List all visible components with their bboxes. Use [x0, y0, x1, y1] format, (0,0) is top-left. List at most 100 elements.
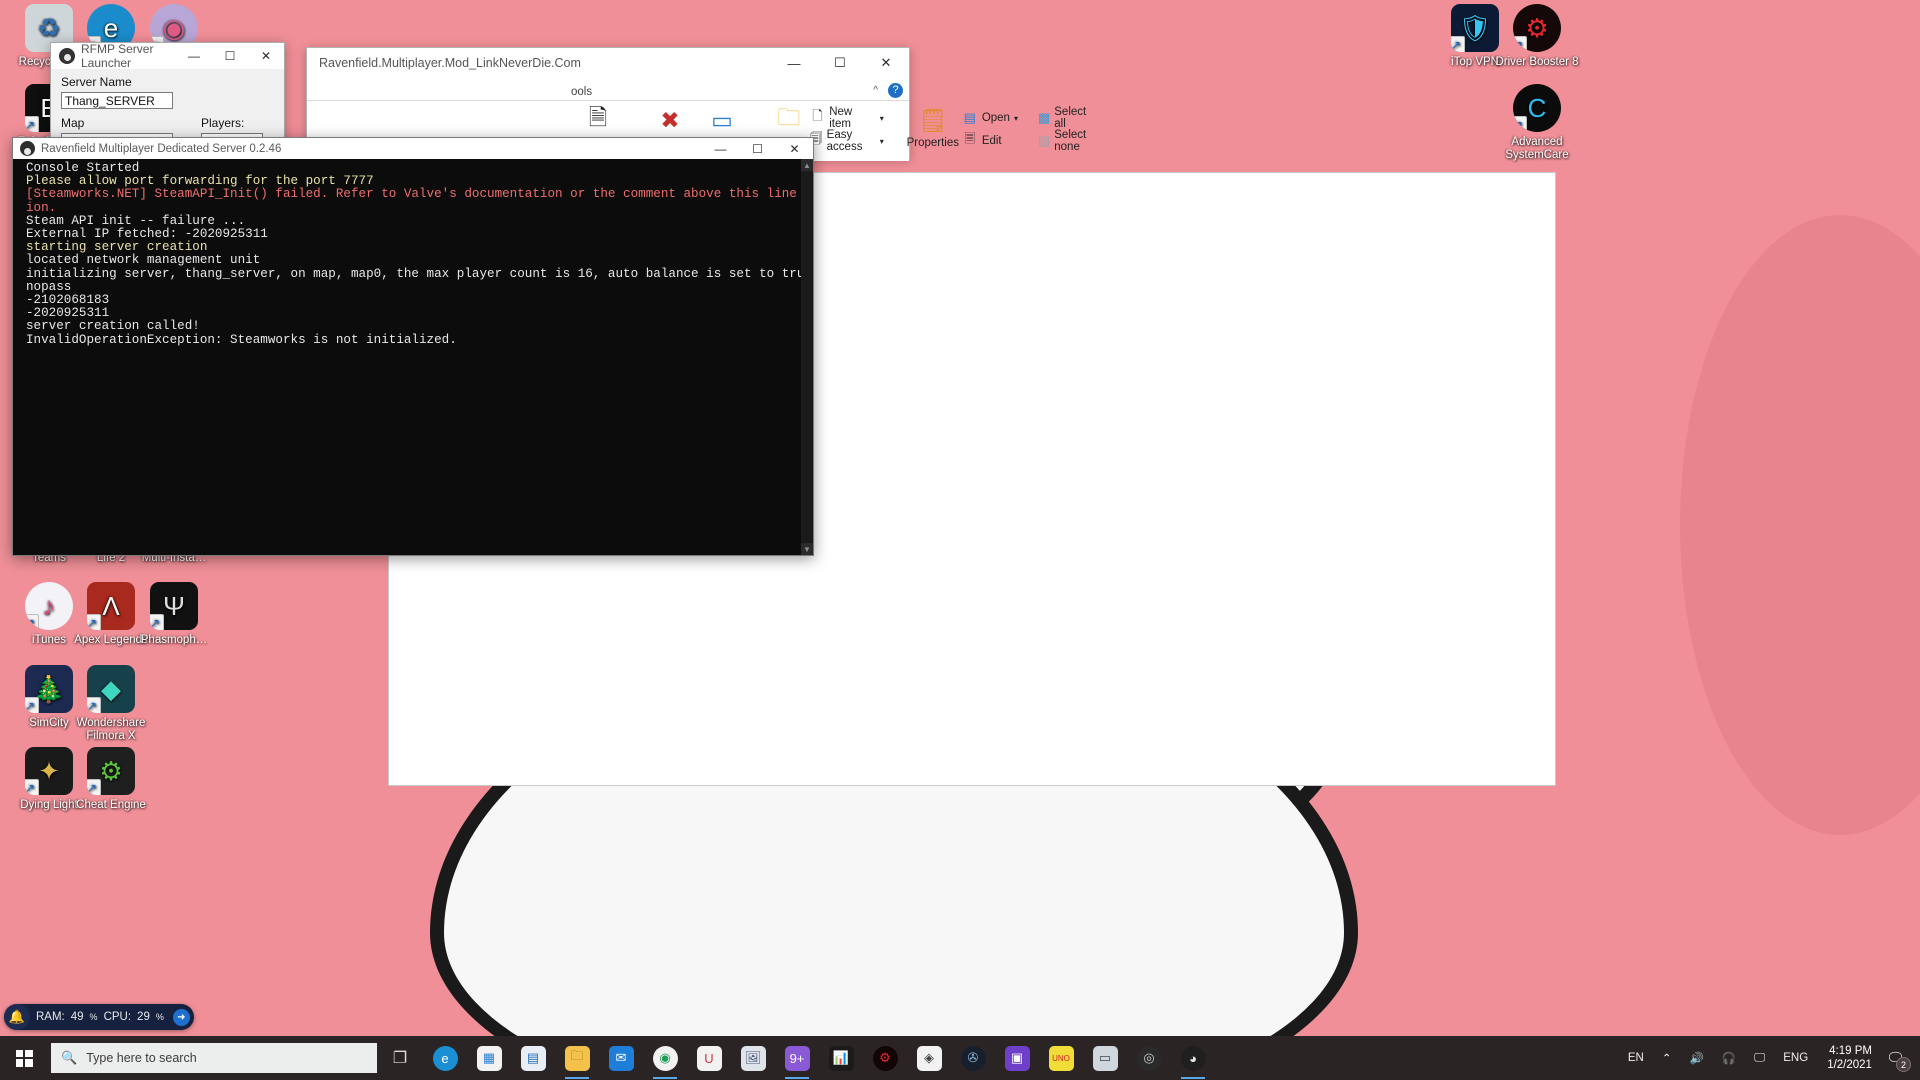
console-minimize-button[interactable]: — [702, 138, 739, 159]
open-label: Open [981, 112, 1010, 124]
new-item-button[interactable]: 🗋 New item ▾ [810, 106, 884, 130]
taskbar-file-explorer[interactable]: 🗀 [555, 1036, 599, 1080]
explorer-maximize-button[interactable]: ☐ [817, 48, 863, 78]
taskbar-microsoft-store[interactable]: ▦ [467, 1036, 511, 1080]
open-dropdown-icon[interactable]: ▾ [1014, 114, 1018, 123]
desktop-icon-phasmophobia[interactable]: Ψ ↗ Phasmoph… [131, 582, 217, 647]
ribbon-collapse-icon[interactable]: ^ [873, 85, 878, 96]
taskbar-driver-booster-task[interactable]: ⚙ [863, 1036, 907, 1080]
network-icon[interactable]: 🖵 [1745, 1036, 1774, 1080]
shortcut-arrow-icon: ↗ [87, 697, 101, 713]
console-line: -2102068183 [26, 293, 110, 308]
clock[interactable]: 4:19 PM 1/2/2021 [1817, 1036, 1882, 1080]
scroll-down-icon[interactable]: ▼ [801, 543, 813, 555]
taskbar-ravenfield-server[interactable]: ◕ [1171, 1036, 1215, 1080]
console-close-button[interactable]: ✕ [776, 138, 813, 159]
new-item-icon: 🗋 [812, 108, 823, 123]
taskbar-pinned-apps: e ▦ ▤ 🗀 ✉ ◉ U 🖼 9+ 📊 ⚙ ◈ ✇ ▣ UNO ▭ ◎ ◕ [423, 1036, 1215, 1080]
taskbar-desktop-app[interactable]: ▭ [1083, 1036, 1127, 1080]
select-none-button[interactable]: ▨ Select none [1038, 129, 1090, 153]
scroll-up-icon[interactable]: ▲ [801, 159, 813, 171]
volume-icon[interactable]: 🔊 [1681, 1036, 1713, 1080]
desktop[interactable]: ♻Recycle Bine↗Microsoft Edge◉↗E↗Epic Gam… [0, 0, 1920, 1080]
taskbar-user-circle[interactable]: ◎ [1127, 1036, 1171, 1080]
taskbar-uno-purple[interactable]: ▣ [995, 1036, 1039, 1080]
taskbar-uno-card-game[interactable]: UNO [1039, 1036, 1083, 1080]
desktop-icon-label: Phasmoph… [140, 634, 208, 646]
select-all-label: Select all [1054, 106, 1087, 130]
explorer-titlebar[interactable]: Ravenfield.Multiplayer.Mod_LinkNeverDie.… [307, 48, 909, 78]
launcher-maximize-button[interactable]: ☐ [212, 43, 248, 69]
explorer-tab-row[interactable]: ools ^ ? [307, 78, 909, 101]
console-line: server creation called! [26, 319, 200, 334]
launcher-titlebar[interactable]: RFMP Server Launcher — ☐ ✕ [51, 42, 284, 70]
taskbar-google-chrome[interactable]: ◉ [643, 1036, 687, 1080]
launcher-app-icon [59, 48, 75, 64]
performance-widget[interactable]: 🔔 RAM: 49 % CPU: 29 % ➜ [4, 1004, 194, 1030]
console-titlebar[interactable]: Ravenfield Multiplayer Dedicated Server … [13, 138, 813, 159]
uno-card-game-icon: UNO [1048, 1045, 1074, 1071]
apex-legends-icon: Λ ↗ [87, 582, 135, 630]
explorer-minimize-button[interactable]: — [771, 48, 817, 78]
taskbar-messenger[interactable]: 9+ [775, 1036, 819, 1080]
simcity-icon: 🎄 ↗ [25, 665, 73, 713]
notification-center-button[interactable]: 🗨 2 [1882, 1036, 1916, 1080]
desktop-icon-driver-booster[interactable]: ⚙ ↗ Driver Booster 8 [1494, 4, 1580, 69]
server-name-input[interactable]: Thang_SERVER [61, 92, 173, 109]
launcher-title: RFMP Server Launcher [81, 42, 154, 70]
desktop-icon-cheat-engine[interactable]: ⚙ ↗ Cheat Engine [68, 747, 154, 812]
select-all-button[interactable]: ▩ Select all [1038, 106, 1090, 130]
taskbar-office-app[interactable]: ▤ [511, 1036, 555, 1080]
help-icon[interactable]: ? [888, 83, 903, 98]
clock-time: 4:19 PM [1829, 1045, 1872, 1057]
taskbar-steam[interactable]: ✇ [951, 1036, 995, 1080]
dedicated-server-console-window[interactable]: Ravenfield Multiplayer Dedicated Server … [12, 137, 814, 556]
taskbar-search[interactable]: 🔍 Type here to search [51, 1043, 377, 1073]
taskbar-cube-app[interactable]: ◈ [907, 1036, 951, 1080]
keyboard-language-indicator[interactable]: ENG [1774, 1036, 1817, 1080]
explorer-close-button[interactable]: ✕ [863, 48, 909, 78]
taskbar-microsoft-edge[interactable]: e [423, 1036, 467, 1080]
cube-app-icon: ◈ [916, 1045, 942, 1071]
expand-arrow-icon[interactable]: ➜ [172, 1008, 190, 1026]
easy-access-dropdown-icon[interactable]: ▾ [880, 137, 884, 146]
microsoft-edge-icon: e [432, 1045, 458, 1071]
start-button[interactable] [0, 1036, 48, 1080]
console-scrollbar[interactable]: ▲ ▼ [801, 159, 813, 555]
desktop-icon-label: Driver Booster 8 [1495, 56, 1579, 68]
desktop-icon-wondershare-filmora[interactable]: ◆ ↗ Wondershare Filmora X [68, 665, 154, 743]
tray-chevron-up-icon[interactable]: ⌃ [1653, 1036, 1681, 1080]
copy-icon: 🗎 [588, 103, 608, 130]
easy-access-button[interactable]: 🗐 Easy access ▾ [810, 129, 884, 153]
console-title: Ravenfield Multiplayer Dedicated Server … [41, 142, 282, 155]
tray-language-indicator[interactable]: EN [1619, 1036, 1653, 1080]
headset-icon[interactable]: 🎧 [1713, 1036, 1745, 1080]
system-tray[interactable]: EN ⌃ 🔊 🎧 🖵 ENG 4:19 PM 1/2/2021 🗨 2 [1619, 1036, 1920, 1080]
console-line: initializing server, thang_server, on ma… [26, 266, 812, 281]
ravenfield-server-icon: ◕ [1180, 1045, 1206, 1071]
task-view-button[interactable]: ❐ [377, 1036, 423, 1080]
ribbon-group-open: 🗒 Properties ▤ Open ▾ 🗏 Edit [897, 105, 1025, 157]
tab-tools[interactable]: ools [565, 84, 598, 100]
desktop-icon-advanced-systemcare[interactable]: C ↗ Advanced SystemCare [1494, 84, 1580, 162]
taskbar[interactable]: 🔍 Type here to search ❐ e ▦ ▤ 🗀 ✉ ◉ U 🖼 9+ 📊 ⚙ ◈ ✇ ▣ U… [0, 1036, 1920, 1080]
taskbar-stats-app[interactable]: 📊 [819, 1036, 863, 1080]
user-circle-icon: ◎ [1136, 1045, 1162, 1071]
properties-button[interactable]: 🗒 Properties [904, 105, 962, 150]
shortcut-arrow-icon: ↗ [25, 116, 39, 132]
new-item-dropdown-icon[interactable]: ▾ [880, 114, 884, 123]
console-line: ion. [26, 200, 57, 215]
taskbar-photo-viewer[interactable]: 🖼 [731, 1036, 775, 1080]
rename-icon: ▭ [711, 106, 733, 133]
taskbar-uno-game[interactable]: U [687, 1036, 731, 1080]
console-maximize-button[interactable]: ☐ [739, 138, 776, 159]
taskbar-mail[interactable]: ✉ [599, 1036, 643, 1080]
edit-button[interactable]: 🗏 Edit [962, 131, 1018, 151]
driver-booster-task-icon: ⚙ [872, 1045, 898, 1071]
rfmp-server-launcher-window[interactable]: RFMP Server Launcher — ☐ ✕ Server Name T… [50, 42, 285, 148]
bell-icon: 🔔 [4, 1004, 30, 1030]
launcher-close-button[interactable]: ✕ [248, 43, 284, 69]
wondershare-filmora-icon: ◆ ↗ [87, 665, 135, 713]
open-button[interactable]: ▤ Open ▾ [962, 108, 1018, 128]
launcher-minimize-button[interactable]: — [176, 43, 212, 69]
